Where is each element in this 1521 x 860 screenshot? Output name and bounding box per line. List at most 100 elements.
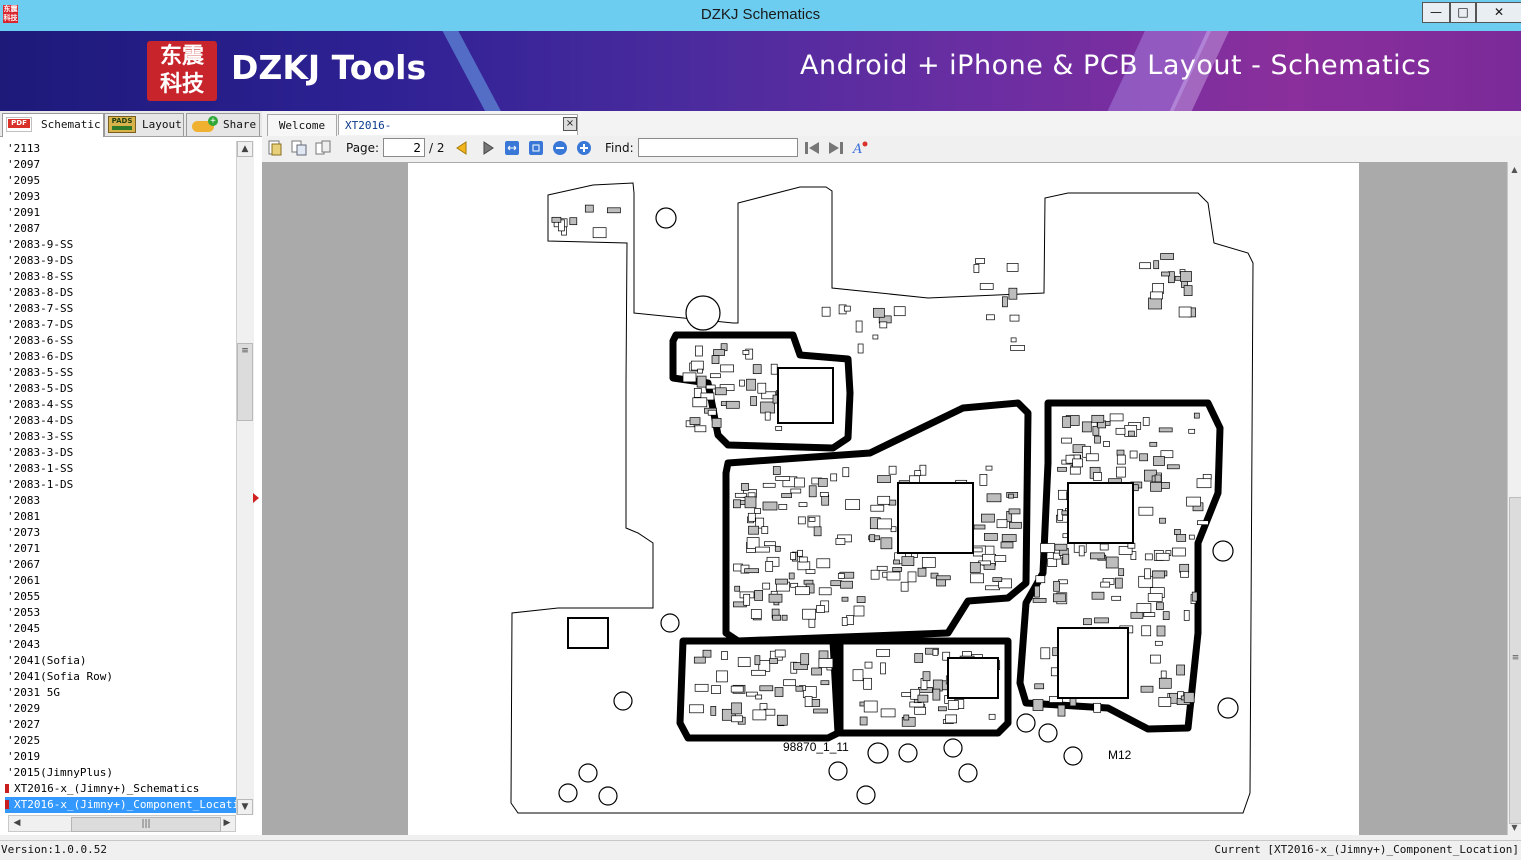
list-item[interactable]: '2097 xyxy=(7,157,40,173)
file-list-panel: '2113'2097'2095'2093'2091'2087'2083-9-SS… xyxy=(0,137,263,835)
list-item[interactable]: '2083-1-SS xyxy=(7,461,73,477)
tab-layout[interactable]: PADS Layout xyxy=(104,113,184,136)
list-item[interactable]: '2083-7-DS xyxy=(7,317,73,333)
list-item[interactable]: '2081 xyxy=(7,509,40,525)
panel-splitter-arrow[interactable] xyxy=(253,488,259,503)
list-item[interactable]: '2043 xyxy=(7,637,40,653)
previous-page-icon[interactable] xyxy=(454,140,470,156)
pcb-m12-label: M12 xyxy=(1108,748,1132,762)
viewer-toolbar: Page: / 2 Find: A xyxy=(262,136,1521,163)
list-item-selected[interactable]: XT2016-x_(Jimny+)_Component_Location xyxy=(5,797,236,813)
list-item[interactable]: '2083-3-DS xyxy=(7,445,73,461)
list-scroll-thumb[interactable]: ≡ xyxy=(237,343,253,421)
highlight-text-icon[interactable]: A xyxy=(852,140,868,156)
maximize-button[interactable]: □ xyxy=(1450,2,1476,23)
pages-icon[interactable] xyxy=(315,140,331,156)
cloud-share-icon: + xyxy=(190,115,220,133)
list-item[interactable]: '2045 xyxy=(7,621,40,637)
list-item[interactable]: '2095 xyxy=(7,173,40,189)
zoom-in-icon[interactable] xyxy=(576,140,592,156)
list-item[interactable]: '2027 xyxy=(7,717,40,733)
list-item[interactable]: '2019 xyxy=(7,749,40,765)
list-item[interactable]: '2093 xyxy=(7,189,40,205)
list-hscroll-thumb[interactable]: ||| xyxy=(71,817,221,832)
list-item[interactable]: '2031 5G xyxy=(7,685,60,701)
find-next-icon[interactable] xyxy=(828,140,844,156)
pdf-file-icon xyxy=(5,784,9,793)
svg-text:A: A xyxy=(852,142,862,156)
list-item[interactable]: '2083 xyxy=(7,493,40,509)
list-item[interactable]: '2061 xyxy=(7,573,40,589)
find-input[interactable] xyxy=(638,138,798,157)
brand-name: DZKJ Tools xyxy=(231,48,427,87)
list-item[interactable]: '2083-4-DS xyxy=(7,413,73,429)
scroll-left-icon[interactable]: ◀ xyxy=(9,816,25,831)
list-item[interactable]: '2113 xyxy=(7,141,40,157)
pcb-part-label: 98870_1_11 xyxy=(783,740,849,754)
dzkj-logo: 东震 科技 xyxy=(147,41,217,101)
list-item[interactable]: '2091 xyxy=(7,205,40,221)
viewer-scroll-down-icon[interactable]: ▼ xyxy=(1508,820,1521,835)
current-file-text: Current [XT2016-x_(Jimny+)_Component_Loc… xyxy=(1214,843,1519,856)
fit-page-icon[interactable] xyxy=(528,140,544,156)
list-item[interactable]: '2083-9-SS xyxy=(7,237,73,253)
list-item[interactable]: '2083-7-SS xyxy=(7,301,73,317)
tab-welcome[interactable]: Welcome xyxy=(267,114,337,136)
find-label: Find: xyxy=(605,141,634,155)
scroll-down-icon[interactable]: ▼ xyxy=(237,799,253,815)
viewer-scroll-thumb[interactable]: ≡ xyxy=(1509,497,1521,824)
list-item[interactable]: '2067 xyxy=(7,557,40,573)
tab-schematic[interactable]: PDF Schematic xyxy=(2,113,104,137)
list-item[interactable]: '2071 xyxy=(7,541,40,557)
app-icon[interactable]: 东震科技 xyxy=(3,5,18,23)
close-tab-icon[interactable]: × xyxy=(563,117,577,131)
list-item[interactable]: '2015(JimnyPlus) xyxy=(7,765,113,781)
list-item[interactable]: '2083-6-DS xyxy=(7,349,73,365)
list-item[interactable]: '2025 xyxy=(7,733,40,749)
page-number-input[interactable] xyxy=(383,138,425,157)
pcb-component-layout: 98870_1_11 M12 xyxy=(510,182,1254,814)
scroll-right-icon[interactable]: ▶ xyxy=(219,816,235,831)
pcb-page: 98870_1_11 M12 xyxy=(408,163,1359,835)
list-item[interactable]: '2083-5-DS xyxy=(7,381,73,397)
version-text: Version:1.0.0.52 xyxy=(1,843,107,856)
viewer-scroll-up-icon[interactable]: ▲ xyxy=(1508,162,1521,177)
list-item[interactable]: '2055 xyxy=(7,589,40,605)
tab-component-location[interactable]: XT2016-x_(Jimny+)_Component_Location xyxy=(338,114,578,153)
list-item[interactable]: '2083-4-SS xyxy=(7,397,73,413)
list-vertical-scrollbar[interactable]: ▲ ≡ ▼ xyxy=(236,141,254,815)
list-item[interactable]: '2083-1-DS xyxy=(7,477,73,493)
title-bar: DZKJ Schematics xyxy=(0,0,1521,31)
status-bar: Version:1.0.0.52 Current [XT2016-x_(Jimn… xyxy=(0,840,1521,860)
list-item[interactable]: '2083-6-SS xyxy=(7,333,73,349)
next-page-icon[interactable] xyxy=(480,140,496,156)
viewer-vertical-scrollbar[interactable]: ▲ ≡ ▼ xyxy=(1507,162,1521,835)
copy-icon[interactable] xyxy=(291,140,307,156)
minimize-button[interactable]: — xyxy=(1422,2,1450,23)
banner-slogan: Android + iPhone & PCB Layout - Schemati… xyxy=(800,50,1432,81)
tab-share[interactable]: + Share xyxy=(186,113,260,136)
list-item[interactable]: '2083-5-SS xyxy=(7,365,73,381)
list-item-file[interactable]: XT2016-x_(Jimny+)_Schematics xyxy=(5,781,199,797)
fit-width-icon[interactable] xyxy=(504,140,520,156)
page-label: Page: xyxy=(346,141,380,155)
list-item[interactable]: '2083-8-SS xyxy=(7,269,73,285)
list-item[interactable]: '2053 xyxy=(7,605,40,621)
file-list: '2113'2097'2095'2093'2091'2087'2083-9-SS… xyxy=(0,141,236,815)
scroll-up-icon[interactable]: ▲ xyxy=(237,141,253,157)
list-item[interactable]: '2083-9-DS xyxy=(7,253,73,269)
pcb-components xyxy=(551,204,1239,806)
list-item[interactable]: '2041(Sofia) xyxy=(7,653,86,669)
list-item[interactable]: '2029 xyxy=(7,701,40,717)
list-item[interactable]: '2083-8-DS xyxy=(7,285,73,301)
list-item[interactable]: '2087 xyxy=(7,221,40,237)
list-item[interactable]: '2083-3-SS xyxy=(7,429,73,445)
close-button[interactable]: ✕ xyxy=(1476,2,1521,23)
list-horizontal-scrollbar[interactable]: ◀ ||| ▶ xyxy=(8,815,236,832)
document-viewer[interactable]: 98870_1_11 M12 xyxy=(262,162,1507,835)
list-item[interactable]: '2073 xyxy=(7,525,40,541)
find-previous-icon[interactable] xyxy=(804,140,820,156)
list-item[interactable]: '2041(Sofia Row) xyxy=(7,669,113,685)
zoom-out-icon[interactable] xyxy=(552,140,568,156)
open-file-icon[interactable] xyxy=(267,140,283,156)
